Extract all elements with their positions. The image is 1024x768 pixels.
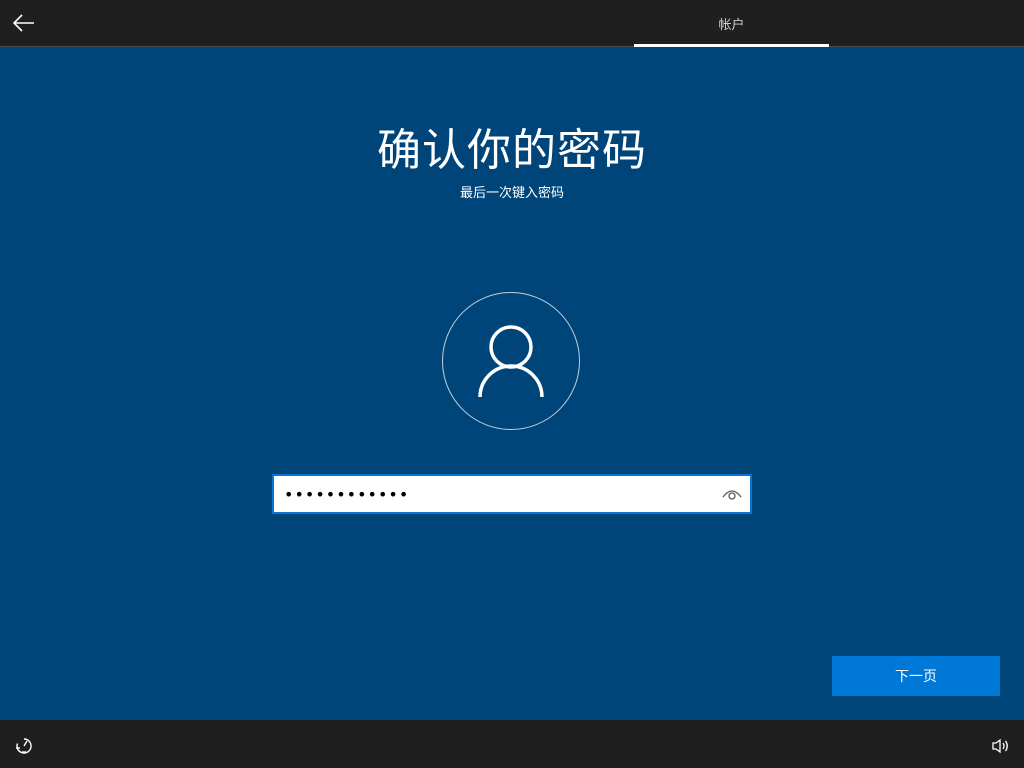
main-content: 确认你的密码 最后一次键入密码 下一页 — [0, 47, 1024, 720]
arrow-left-icon — [13, 14, 34, 32]
top-bar: 帐户 — [0, 0, 1024, 47]
page-title: 确认你的密码 — [377, 125, 647, 176]
ease-of-access-button[interactable] — [12, 734, 36, 758]
password-input[interactable] — [274, 476, 714, 512]
reveal-password-button[interactable] — [720, 482, 744, 506]
avatar — [442, 292, 580, 430]
user-icon — [478, 325, 544, 398]
password-field[interactable] — [272, 474, 752, 514]
tab-account: 帐户 — [634, 0, 829, 46]
ease-of-access-icon — [16, 738, 32, 754]
back-button[interactable] — [8, 7, 40, 39]
speaker-icon — [992, 738, 1008, 754]
eye-icon — [722, 490, 742, 500]
volume-button[interactable] — [988, 734, 1012, 758]
tab-account-label: 帐户 — [718, 17, 745, 33]
bottom-bar — [0, 720, 1024, 768]
next-button[interactable]: 下一页 — [832, 656, 1000, 696]
page-subtitle: 最后一次键入密码 — [459, 186, 564, 201]
